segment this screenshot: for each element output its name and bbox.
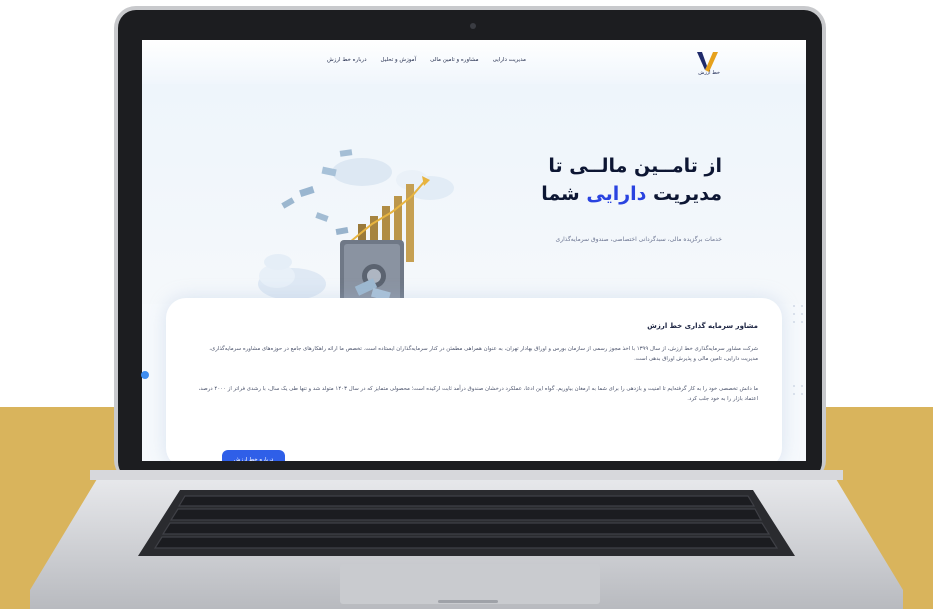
about-paragraph-2: ما دانش تخصصی خود را به کار گرفته‌ایم تا… [198,386,758,402]
about-card: مشاور سرمایه گذاری خط ارزش شرکت مشاور سر… [166,298,782,461]
hero-title-line-2: مدیریت دارایی شما [492,180,722,208]
hero-title-suffix: شما [541,183,587,205]
laptop-base [30,470,903,609]
about-paragraph-1: شرکت مشاور سرمایه‌گذاری خط ارزش، از سال … [209,346,758,362]
webcam [470,23,476,29]
about-title: مشاور سرمایه گذاری خط ارزش [647,322,758,330]
nav-item-about[interactable]: درباره خط ارزش [327,57,367,63]
keyboard [138,490,795,556]
trackpad [340,564,600,604]
hero-title-line-1: از تامــین مالــی تا [548,155,722,177]
website-screen: خط ارزش مدیریت دارایی مشاوره و تامین مال… [142,40,806,461]
hero-title-accent: دارایی [586,183,647,205]
nav-item-consulting[interactable]: مشاوره و تامین مالی [430,57,479,63]
hero-title-prefix: مدیریت [646,183,722,205]
decorative-dots [793,305,803,395]
hero-subtitle: خدمات برگزیده مالی، سبدگردانی اختصاصی، ص… [555,236,722,243]
hero-title: از تامــین مالــی تا مدیریت دارایی شما [492,152,722,208]
nav-item-education[interactable]: آموزش و تحلیل [381,57,417,63]
side-indicator-dot [141,371,149,379]
brand-name: خط ارزش [698,70,720,76]
nav-menu: مدیریت دارایی مشاوره و تامین مالی آموزش … [327,57,526,63]
about-button[interactable]: درباره خط ارزش [222,450,285,461]
nav-item-asset-management[interactable]: مدیریت دارایی [493,57,526,63]
top-nav: خط ارزش مدیریت دارایی مشاوره و تامین مال… [142,40,806,84]
hero-section: از تامــین مالــی تا مدیریت دارایی شما خ… [142,84,806,333]
